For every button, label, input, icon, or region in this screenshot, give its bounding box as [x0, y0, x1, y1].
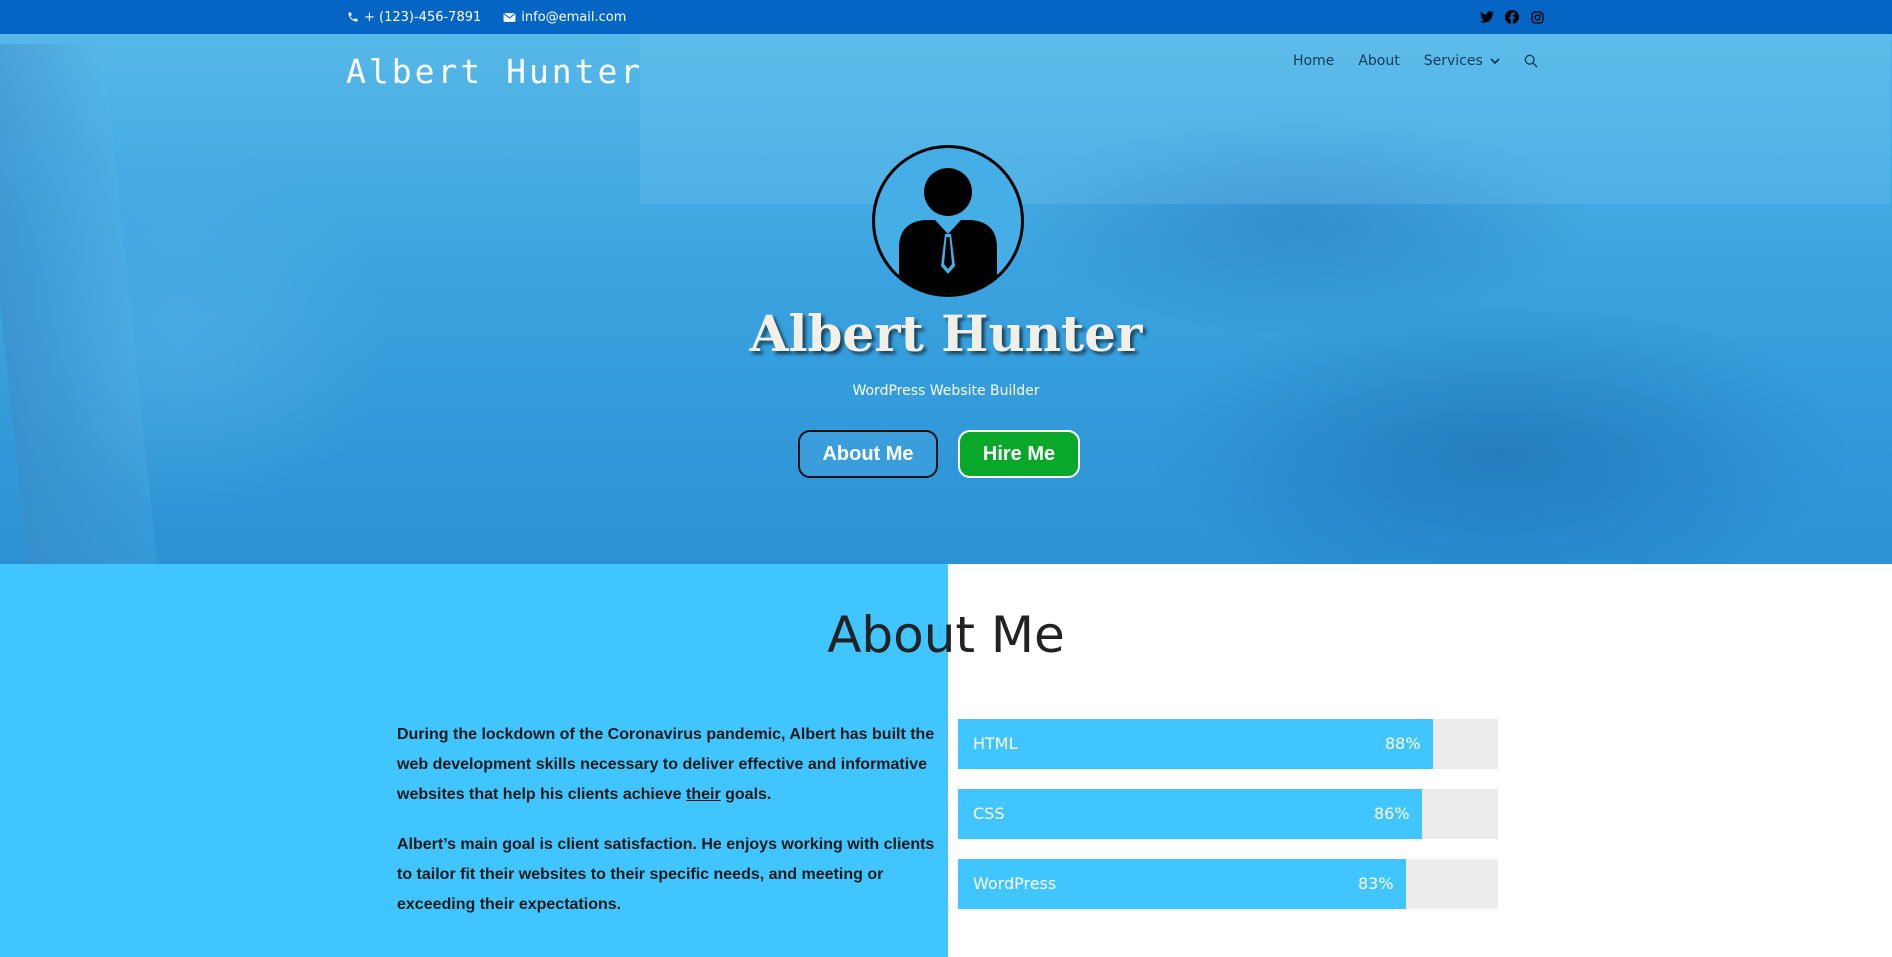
chevron-down-icon: [1490, 57, 1500, 64]
phone-link[interactable]: + (123)-456-7891: [347, 10, 481, 25]
site-brand[interactable]: Albert Hunter: [346, 52, 643, 91]
about-me-button[interactable]: About Me: [798, 430, 938, 478]
skill-name: CSS: [973, 804, 1005, 823]
skill-bar-wordpress: WordPress 83%: [958, 859, 1498, 909]
about-section: About Me During the lockdown of the Coro…: [0, 564, 1892, 957]
contact-info: + (123)-456-7891 info@email.com: [347, 0, 648, 34]
about-title: About Me: [827, 606, 1065, 664]
top-bar: + (123)-456-7891 info@email.com: [0, 0, 1892, 34]
skill-percent: 86%: [1374, 804, 1410, 823]
hero-section: Albert Hunter Home About Services Albert…: [0, 34, 1892, 564]
email-link[interactable]: info@email.com: [503, 10, 626, 25]
user-icon: [899, 168, 997, 294]
skill-percent: 88%: [1385, 734, 1421, 753]
hero-subtitle: WordPress Website Builder: [852, 383, 1040, 399]
search-button[interactable]: [1524, 54, 1538, 68]
skill-bar-css: CSS 86%: [958, 789, 1498, 839]
search-icon: [1524, 54, 1538, 68]
about-paragraph-1: During the lockdown of the Coronavirus p…: [397, 720, 945, 810]
skill-bar-fill: [958, 719, 1433, 769]
envelope-icon: [503, 12, 516, 22]
nav-label: About: [1358, 53, 1400, 69]
avatar: [872, 145, 1024, 297]
paragraph-text: goals.: [720, 786, 772, 803]
nav-item-about[interactable]: About: [1358, 53, 1399, 69]
paragraph-text: During the lockdown of the Coronavirus p…: [397, 726, 935, 803]
nav-label: Home: [1293, 53, 1335, 69]
about-paragraph-2: Albert’s main goal is client satisfactio…: [397, 836, 935, 913]
skill-percent: 83%: [1358, 874, 1394, 893]
nav-item-home[interactable]: Home: [1293, 53, 1334, 69]
twitter-icon[interactable]: [1480, 10, 1494, 24]
hero-title: Albert Hunter: [749, 304, 1143, 363]
their-link[interactable]: their: [686, 786, 721, 803]
email-address: info@email.com: [521, 9, 627, 25]
hire-me-button[interactable]: Hire Me: [958, 430, 1080, 478]
nav-label: Services: [1423, 53, 1483, 69]
skill-name: HTML: [973, 734, 1018, 753]
skill-bar-fill: [958, 789, 1422, 839]
phone-number: + (123)-456-7891: [364, 9, 482, 25]
social-links: [1480, 0, 1544, 34]
phone-icon: [348, 12, 358, 22]
hero-background-screen: [640, 34, 1890, 204]
nav-item-services[interactable]: Services: [1424, 53, 1500, 69]
instagram-icon[interactable]: [1530, 10, 1544, 24]
skill-name: WordPress: [973, 874, 1057, 893]
skill-bar-html: HTML 88%: [958, 719, 1498, 769]
main-nav: Home About Services: [1293, 53, 1562, 69]
facebook-icon[interactable]: [1505, 10, 1519, 24]
